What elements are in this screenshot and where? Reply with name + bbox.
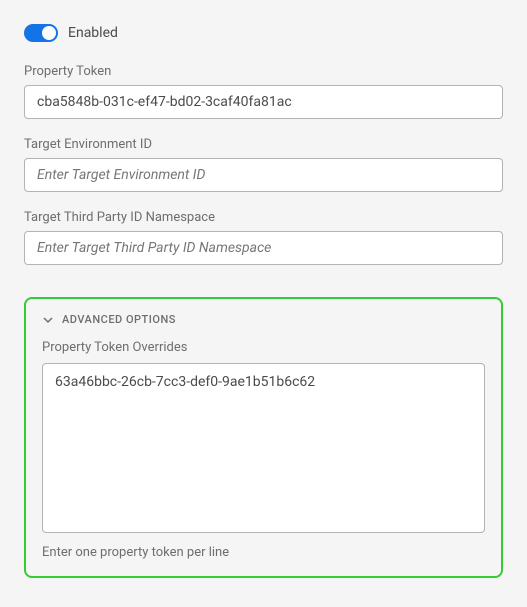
advanced-options-section: ADVANCED OPTIONS Property Token Override… (24, 297, 503, 578)
target-third-party-id-namespace-input[interactable] (24, 231, 503, 265)
target-third-party-id-namespace-label: Target Third Party ID Namespace (24, 210, 503, 225)
property-token-overrides-label: Property Token Overrides (42, 340, 485, 355)
chevron-down-icon (42, 314, 54, 326)
property-token-overrides-help: Enter one property token per line (42, 545, 485, 560)
target-environment-id-input[interactable] (24, 158, 503, 192)
property-token-overrides-textarea[interactable] (42, 363, 485, 533)
advanced-options-title: ADVANCED OPTIONS (62, 313, 176, 326)
enabled-label: Enabled (68, 25, 118, 41)
toggle-knob (42, 26, 56, 40)
enabled-toggle[interactable] (24, 24, 58, 42)
property-token-input[interactable] (24, 85, 503, 119)
property-token-label: Property Token (24, 64, 503, 79)
target-environment-id-label: Target Environment ID (24, 137, 503, 152)
advanced-options-header[interactable]: ADVANCED OPTIONS (42, 313, 485, 326)
